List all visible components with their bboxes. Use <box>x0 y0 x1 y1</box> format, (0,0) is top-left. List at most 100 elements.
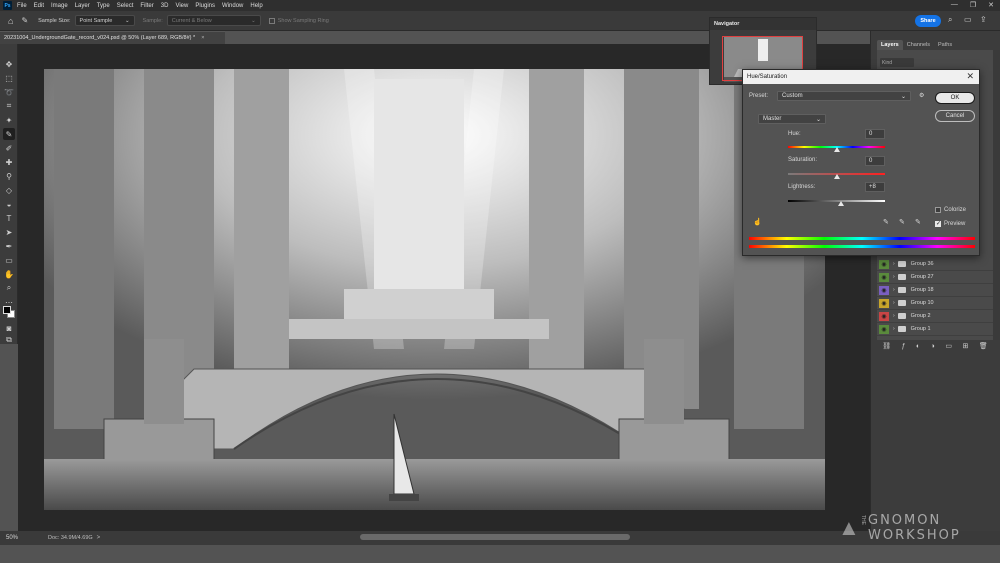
hand-tool-icon[interactable]: ✋ <box>3 268 15 280</box>
menu-window[interactable]: Window <box>222 3 243 9</box>
eye-icon[interactable]: ◉ <box>879 311 889 321</box>
close-tab-icon[interactable]: × <box>201 35 204 41</box>
eye-icon[interactable]: ◉ <box>879 259 889 269</box>
minimize-icon[interactable]: — <box>951 1 958 9</box>
eyedropper-icon[interactable]: ✎ <box>883 218 889 226</box>
lightness-slider-track[interactable] <box>788 200 885 202</box>
home-icon[interactable]: ⌂ <box>8 16 13 26</box>
link-layers-icon[interactable]: ⛓ <box>882 342 891 350</box>
chevron-right-icon[interactable]: › <box>893 313 895 319</box>
screen-mode-icon[interactable]: ⧉ <box>3 334 15 346</box>
eye-icon[interactable]: ◉ <box>879 285 889 295</box>
targeted-adjustment-hand-icon[interactable]: ☝ <box>753 218 762 226</box>
quick-mask-icon[interactable]: ◙ <box>3 322 15 334</box>
path-selection-tool-icon[interactable]: ➤ <box>3 226 15 238</box>
new-layer-icon[interactable]: ⊞ <box>962 342 968 350</box>
restore-icon[interactable]: ❐ <box>970 1 976 9</box>
zoom-tool-icon[interactable]: ⌕ <box>3 282 15 294</box>
layer-row[interactable]: ◉ › Group 27 <box>877 271 993 284</box>
menu-plugins[interactable]: Plugins <box>195 3 215 9</box>
eyedropper-plus-icon[interactable]: ✎ <box>899 218 905 226</box>
menu-filter[interactable]: Filter <box>140 3 153 9</box>
close-window-icon[interactable]: ✕ <box>988 1 994 9</box>
channel-select[interactable]: Master ⌄ <box>758 114 826 124</box>
healing-brush-tool-icon[interactable]: ✚ <box>3 156 15 168</box>
crop-tool-icon[interactable]: ⌗ <box>3 100 15 112</box>
gradient-tool-icon[interactable]: ◒ <box>3 198 15 210</box>
preset-select[interactable]: Custom ⌄ <box>777 91 911 101</box>
layer-row[interactable]: ◉ › Group 18 <box>877 284 993 297</box>
move-tool-icon[interactable]: ✥ <box>3 58 15 70</box>
lasso-tool-icon[interactable]: ➰ <box>3 86 15 98</box>
eyedropper-tool-icon[interactable]: ✎ <box>3 128 15 140</box>
ok-button[interactable]: OK <box>935 92 975 104</box>
trash-icon[interactable]: 🗑 <box>979 342 988 350</box>
add-mask-icon[interactable]: ◐ <box>916 343 920 350</box>
workspace-icon[interactable]: ▭ <box>964 15 972 24</box>
tab-paths[interactable]: Paths <box>934 40 956 50</box>
eyedropper-minus-icon[interactable]: ✎ <box>915 218 921 226</box>
cancel-button[interactable]: Cancel <box>935 110 975 122</box>
close-dialog-icon[interactable]: ✕ <box>966 71 974 82</box>
chevron-right-icon[interactable]: › <box>893 274 895 280</box>
hue-slider-thumb[interactable] <box>834 147 840 152</box>
shape-tool-icon[interactable]: ▭ <box>3 254 15 266</box>
preview-checkbox[interactable] <box>935 220 941 227</box>
layer-style-icon[interactable]: ƒ <box>902 343 906 350</box>
menu-edit[interactable]: Edit <box>34 3 44 9</box>
menu-view[interactable]: View <box>175 3 188 9</box>
eye-icon[interactable]: ◉ <box>879 324 889 334</box>
magic-wand-tool-icon[interactable]: ✦ <box>3 114 15 126</box>
menu-file[interactable]: File <box>17 3 27 9</box>
sample-select[interactable]: Current & Below ⌄ <box>166 15 261 26</box>
share-button[interactable]: Share <box>915 15 941 27</box>
layers-filter-kind[interactable]: Kind <box>880 58 914 67</box>
hue-input[interactable]: 0 <box>865 129 885 139</box>
zoom-level[interactable]: 50% <box>6 535 18 541</box>
menu-help[interactable]: Help <box>250 3 262 9</box>
menu-select[interactable]: Select <box>117 3 134 9</box>
menu-type[interactable]: Type <box>97 3 110 9</box>
layer-row[interactable]: ◉ › Group 1 <box>877 323 993 336</box>
pen-tool-icon[interactable]: ✒ <box>3 240 15 252</box>
layer-row[interactable]: ◉ › Group 10 <box>877 297 993 310</box>
layer-row[interactable]: ◉ › Group 2 <box>877 310 993 323</box>
lightness-slider-thumb[interactable] <box>838 201 844 206</box>
menu-image[interactable]: Image <box>51 3 68 9</box>
chevron-right-icon[interactable]: › <box>893 261 895 267</box>
document-tab[interactable]: 20231004_UndergroundGate_record_v024.psd… <box>0 31 225 44</box>
clone-stamp-tool-icon[interactable]: ⚲ <box>3 170 15 182</box>
eye-icon[interactable]: ◉ <box>879 298 889 308</box>
marquee-tool-icon[interactable]: ⬚ <box>3 72 15 84</box>
search-icon[interactable]: ⌕ <box>948 15 952 25</box>
chevron-right-icon[interactable]: › <box>893 326 895 332</box>
colorize-checkbox[interactable] <box>935 207 941 213</box>
watermark-line2: WORKSHOP <box>868 528 961 543</box>
new-group-icon[interactable]: ▭ <box>945 342 952 350</box>
lightness-input[interactable]: +8 <box>865 182 885 192</box>
type-tool-icon[interactable]: T <box>3 212 15 224</box>
share-arrow-icon[interactable]: ⇪ <box>980 15 987 24</box>
tab-channels[interactable]: Channels <box>903 40 934 50</box>
status-menu-arrow[interactable]: > <box>97 535 101 541</box>
layer-row[interactable]: ◉ › Group 36 <box>877 258 993 271</box>
menu-3d[interactable]: 3D <box>161 3 169 9</box>
sample-size-select[interactable]: Point Sample ⌄ <box>74 15 135 26</box>
brush-tool-icon[interactable]: ✐ <box>3 142 15 154</box>
artwork-image[interactable] <box>44 69 825 510</box>
show-sampling-ring-checkbox[interactable] <box>268 17 275 24</box>
menu-layer[interactable]: Layer <box>75 3 90 9</box>
eraser-tool-icon[interactable]: ◇ <box>3 184 15 196</box>
saturation-input[interactable]: 0 <box>865 156 885 166</box>
adjustment-layer-icon[interactable]: ◑ <box>931 343 935 350</box>
chevron-right-icon[interactable]: › <box>893 300 895 306</box>
foreground-color-swatch[interactable] <box>3 306 11 314</box>
chevron-right-icon[interactable]: › <box>893 287 895 293</box>
eyedropper-tool-icon[interactable]: ✎ <box>21 16 28 25</box>
saturation-slider-thumb[interactable] <box>834 174 840 179</box>
horizontal-scrollbar[interactable] <box>360 534 630 540</box>
layers-scrollbar[interactable] <box>993 50 1000 340</box>
tab-layers[interactable]: Layers <box>877 40 903 50</box>
eye-icon[interactable]: ◉ <box>879 272 889 282</box>
preset-options-icon[interactable]: ⚙ <box>919 92 924 99</box>
